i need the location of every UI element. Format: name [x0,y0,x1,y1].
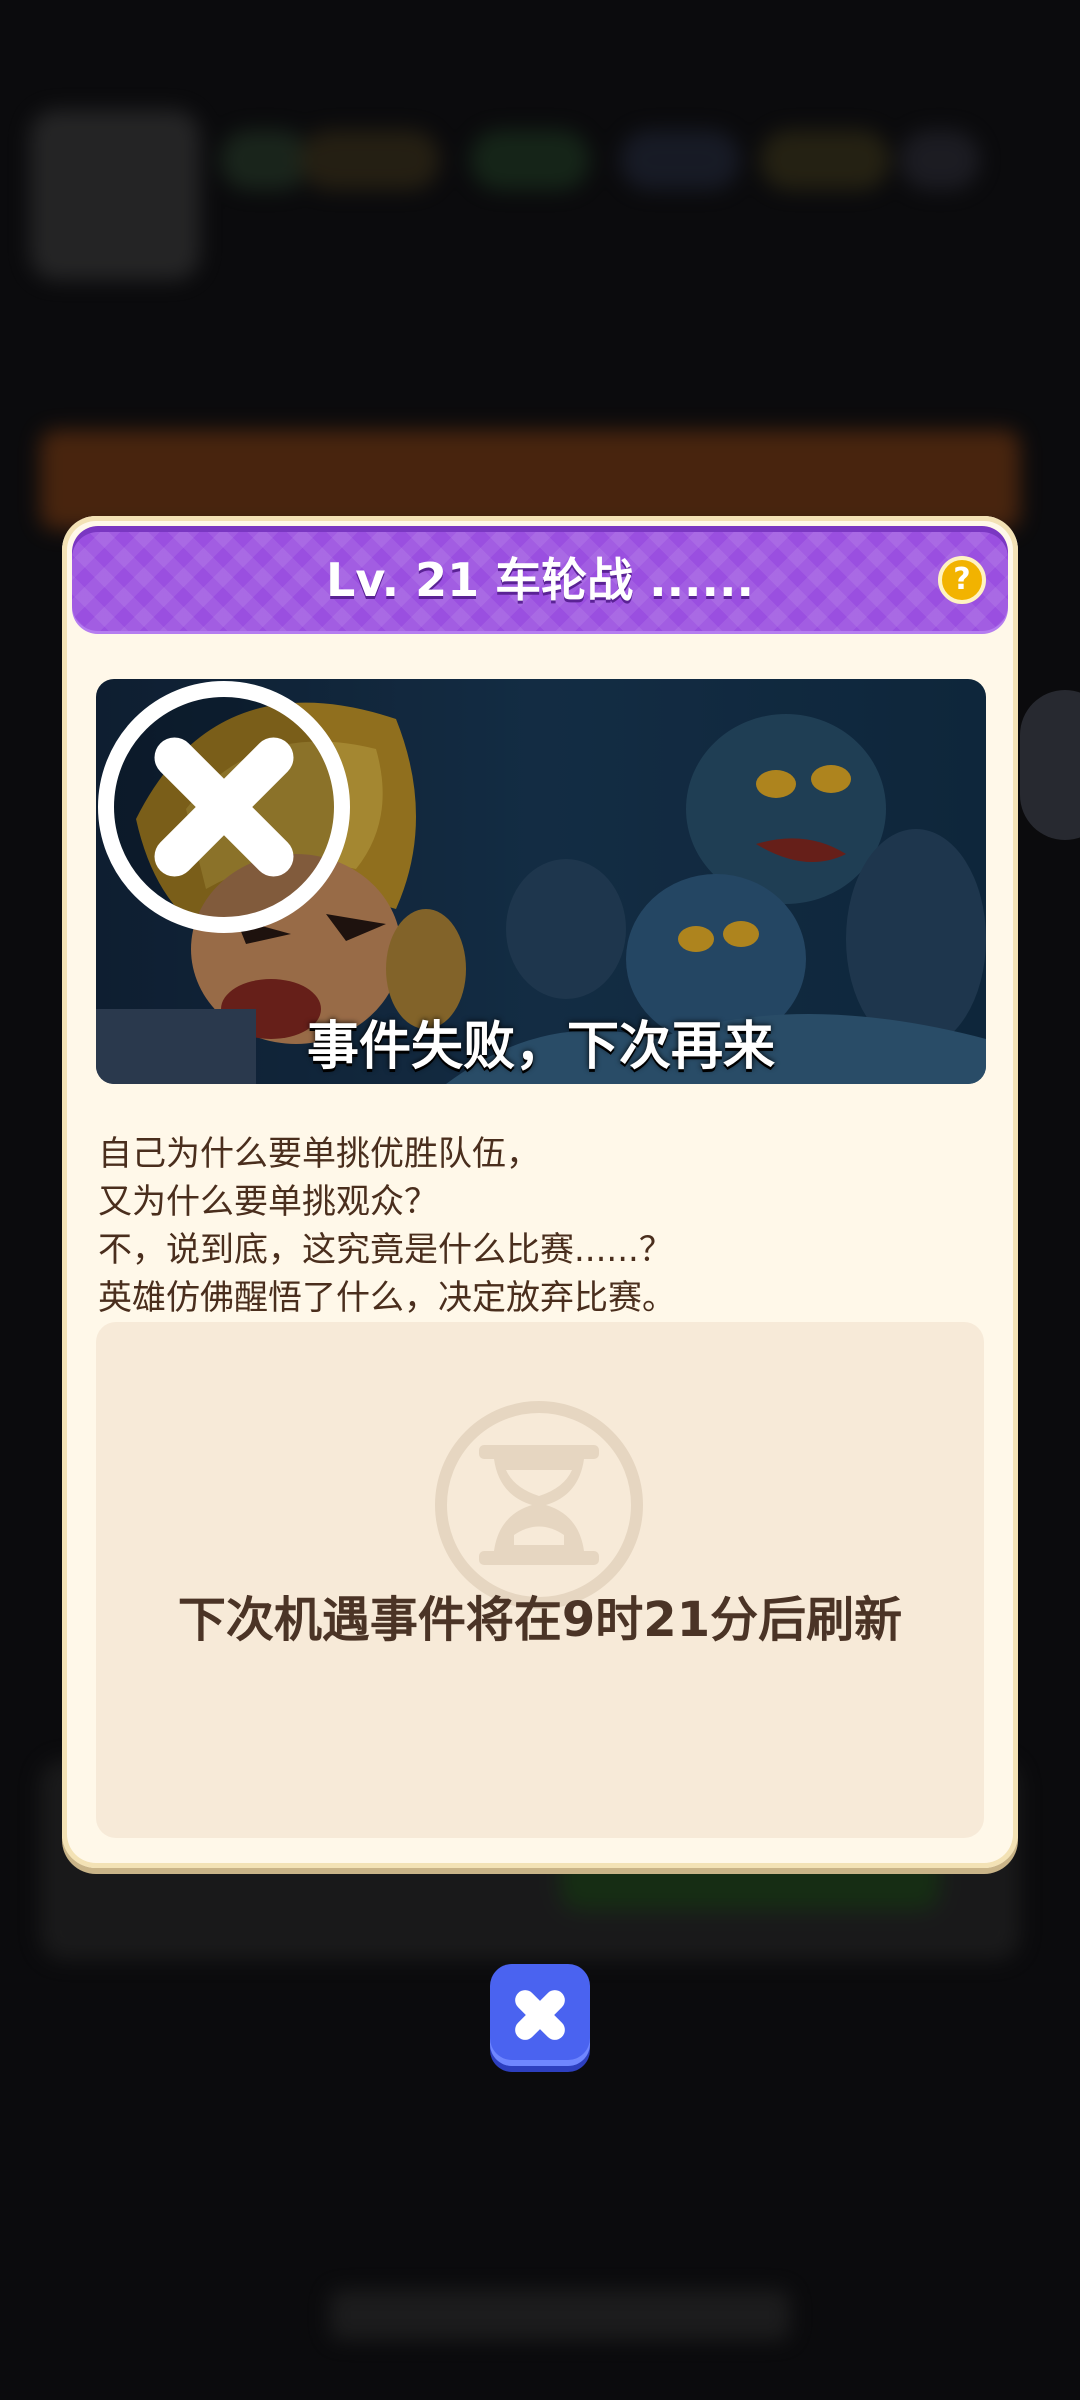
close-icon [515,1990,565,2040]
story-line: 英雄仿佛醒悟了什么，决定放弃比赛。 [98,1278,676,1318]
close-button[interactable] [490,1964,590,2066]
background-resource-pill [470,130,590,190]
background-resource-pill [760,130,890,190]
refresh-countdown-text: 下次机遇事件将在9时21分后刷新 [177,1592,903,1648]
background-resource-pill [300,130,440,190]
side-floating-icon[interactable] [1020,690,1080,840]
event-result-dialog: Lv. 21 车轮战 ...... ? 事件失败，下次再来 自己为什么要单挑优胜… [62,516,1018,1868]
background-avatar [30,110,200,280]
background-banner [40,430,1020,530]
event-banner-image: 事件失败，下次再来 [96,679,986,1084]
failure-x-icon [98,681,350,933]
event-failed-caption: 事件失败，下次再来 [306,1017,775,1077]
background-resource-pill [220,130,310,190]
refresh-info-panel: 下次机遇事件将在9时21分后刷新 [96,1322,984,1838]
story-line: 又为什么要单挑观众？ [98,1182,438,1222]
question-icon[interactable]: ? [938,556,986,604]
background-resource-pill [620,130,740,190]
story-line: 自己为什么要单挑优胜队伍， [98,1134,540,1174]
dialog-title-bar: Lv. 21 车轮战 ...... ? [72,526,1008,634]
dialog-title: Lv. 21 车轮战 ...... [326,553,754,607]
background-footer [330,2290,790,2340]
story-text: 自己为什么要单挑优胜队伍， 又为什么要单挑观众？ 不，说到底，这究竟是什么比赛.… [98,1130,978,1322]
background-resource-pill [900,130,980,190]
story-line: 不，说到底，这究竟是什么比赛......？ [98,1230,673,1270]
hourglass-icon [435,1401,643,1609]
